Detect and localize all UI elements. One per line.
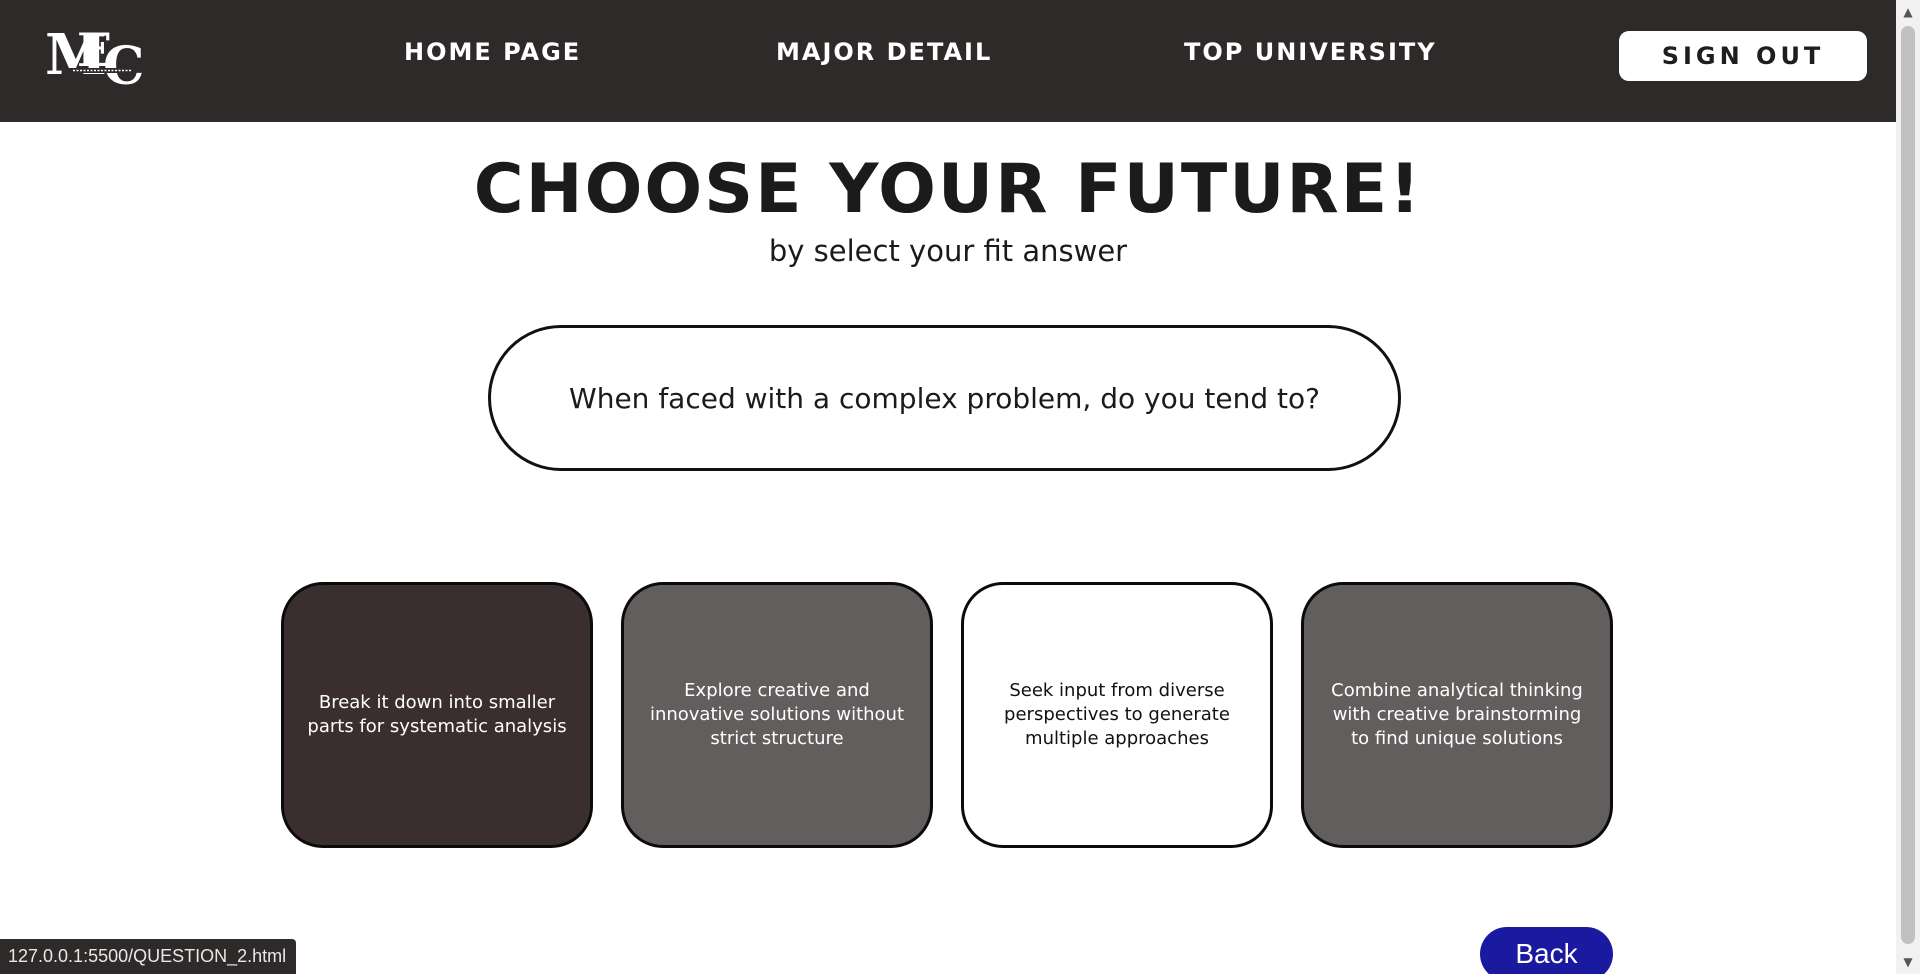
answer-text: Combine analytical thinking with creativ…	[1331, 680, 1583, 749]
scroll-up-arrow-icon[interactable]: ▲	[1896, 0, 1920, 24]
answer-card-1[interactable]: Break it down into smaller parts for sys…	[281, 582, 593, 848]
svg-text:C: C	[103, 36, 144, 88]
answer-card-2[interactable]: Explore creative and innovative solution…	[621, 582, 933, 848]
vertical-scrollbar[interactable]: ▲ ▼	[1896, 0, 1920, 974]
nav-major-detail[interactable]: MAJOR DETAIL	[776, 38, 992, 66]
question-box: When faced with a complex problem, do yo…	[488, 325, 1401, 471]
scrollbar-thumb[interactable]	[1901, 26, 1915, 944]
mec-logo[interactable]: M E C	[45, 22, 145, 97]
nav-top-university[interactable]: TOP UNIVERSITY	[1184, 38, 1437, 66]
page-subtitle: by select your fit answer	[768, 234, 1128, 268]
answer-text: Seek input from diverse perspectives to …	[1004, 680, 1230, 749]
navbar: M E C HOME PAGE MAJOR DETAIL TOP UNIVERS…	[0, 0, 1896, 122]
answer-text: Explore creative and innovative solution…	[649, 680, 905, 749]
question-text: When faced with a complex problem, do yo…	[569, 381, 1320, 415]
sign-out-button[interactable]: SIGN OUT	[1619, 31, 1867, 81]
answer-card-3[interactable]: Seek input from diverse perspectives to …	[961, 582, 1273, 848]
page: M E C HOME PAGE MAJOR DETAIL TOP UNIVERS…	[0, 0, 1896, 974]
status-bar-url: 127.0.0.1:5500/QUESTION_2.html	[0, 939, 297, 974]
back-button[interactable]: Back	[1480, 927, 1613, 974]
answer-card-4[interactable]: Combine analytical thinking with creativ…	[1301, 582, 1613, 848]
nav-home-page[interactable]: HOME PAGE	[404, 38, 581, 66]
scroll-down-arrow-icon[interactable]: ▼	[1896, 950, 1920, 974]
answer-text: Break it down into smaller parts for sys…	[307, 692, 567, 737]
page-title: CHOOSE YOUR FUTURE!	[473, 150, 1423, 229]
